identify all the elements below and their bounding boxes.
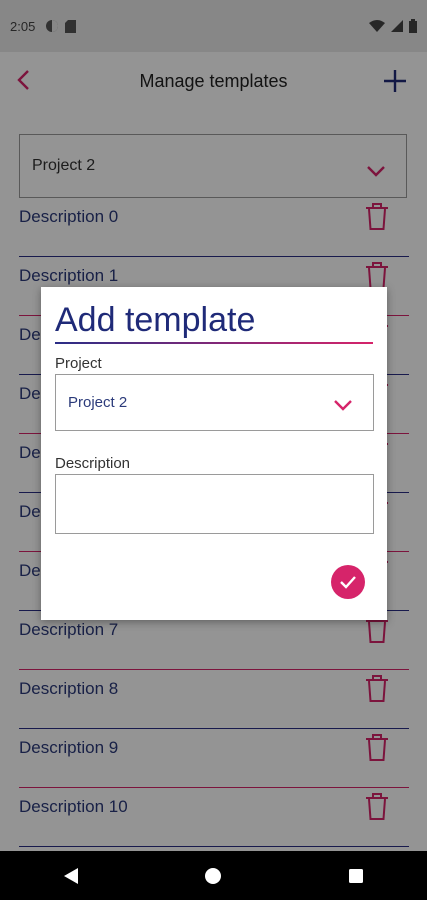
project-field-label: Project [55, 355, 102, 372]
confirm-button[interactable] [331, 565, 365, 599]
square-recents-icon [348, 868, 363, 883]
description-input[interactable] [55, 474, 374, 534]
title-divider [55, 342, 373, 344]
chevron-down-icon [334, 400, 352, 411]
add-template-dialog: Add template Project Project 2 Descripti… [41, 287, 387, 620]
dialog-title: Add template [55, 301, 256, 339]
description-field-label: Description [55, 455, 131, 472]
nav-home-button[interactable] [183, 851, 243, 900]
project-select-value: Project 2 [68, 394, 128, 411]
triangle-back-icon [64, 867, 79, 884]
system-nav-bar [0, 851, 427, 900]
nav-back-button[interactable] [41, 851, 101, 900]
checkmark-icon [340, 576, 356, 589]
project-select[interactable]: Project 2 [55, 374, 374, 431]
nav-recents-button[interactable] [326, 851, 386, 900]
circle-home-icon [205, 867, 222, 884]
